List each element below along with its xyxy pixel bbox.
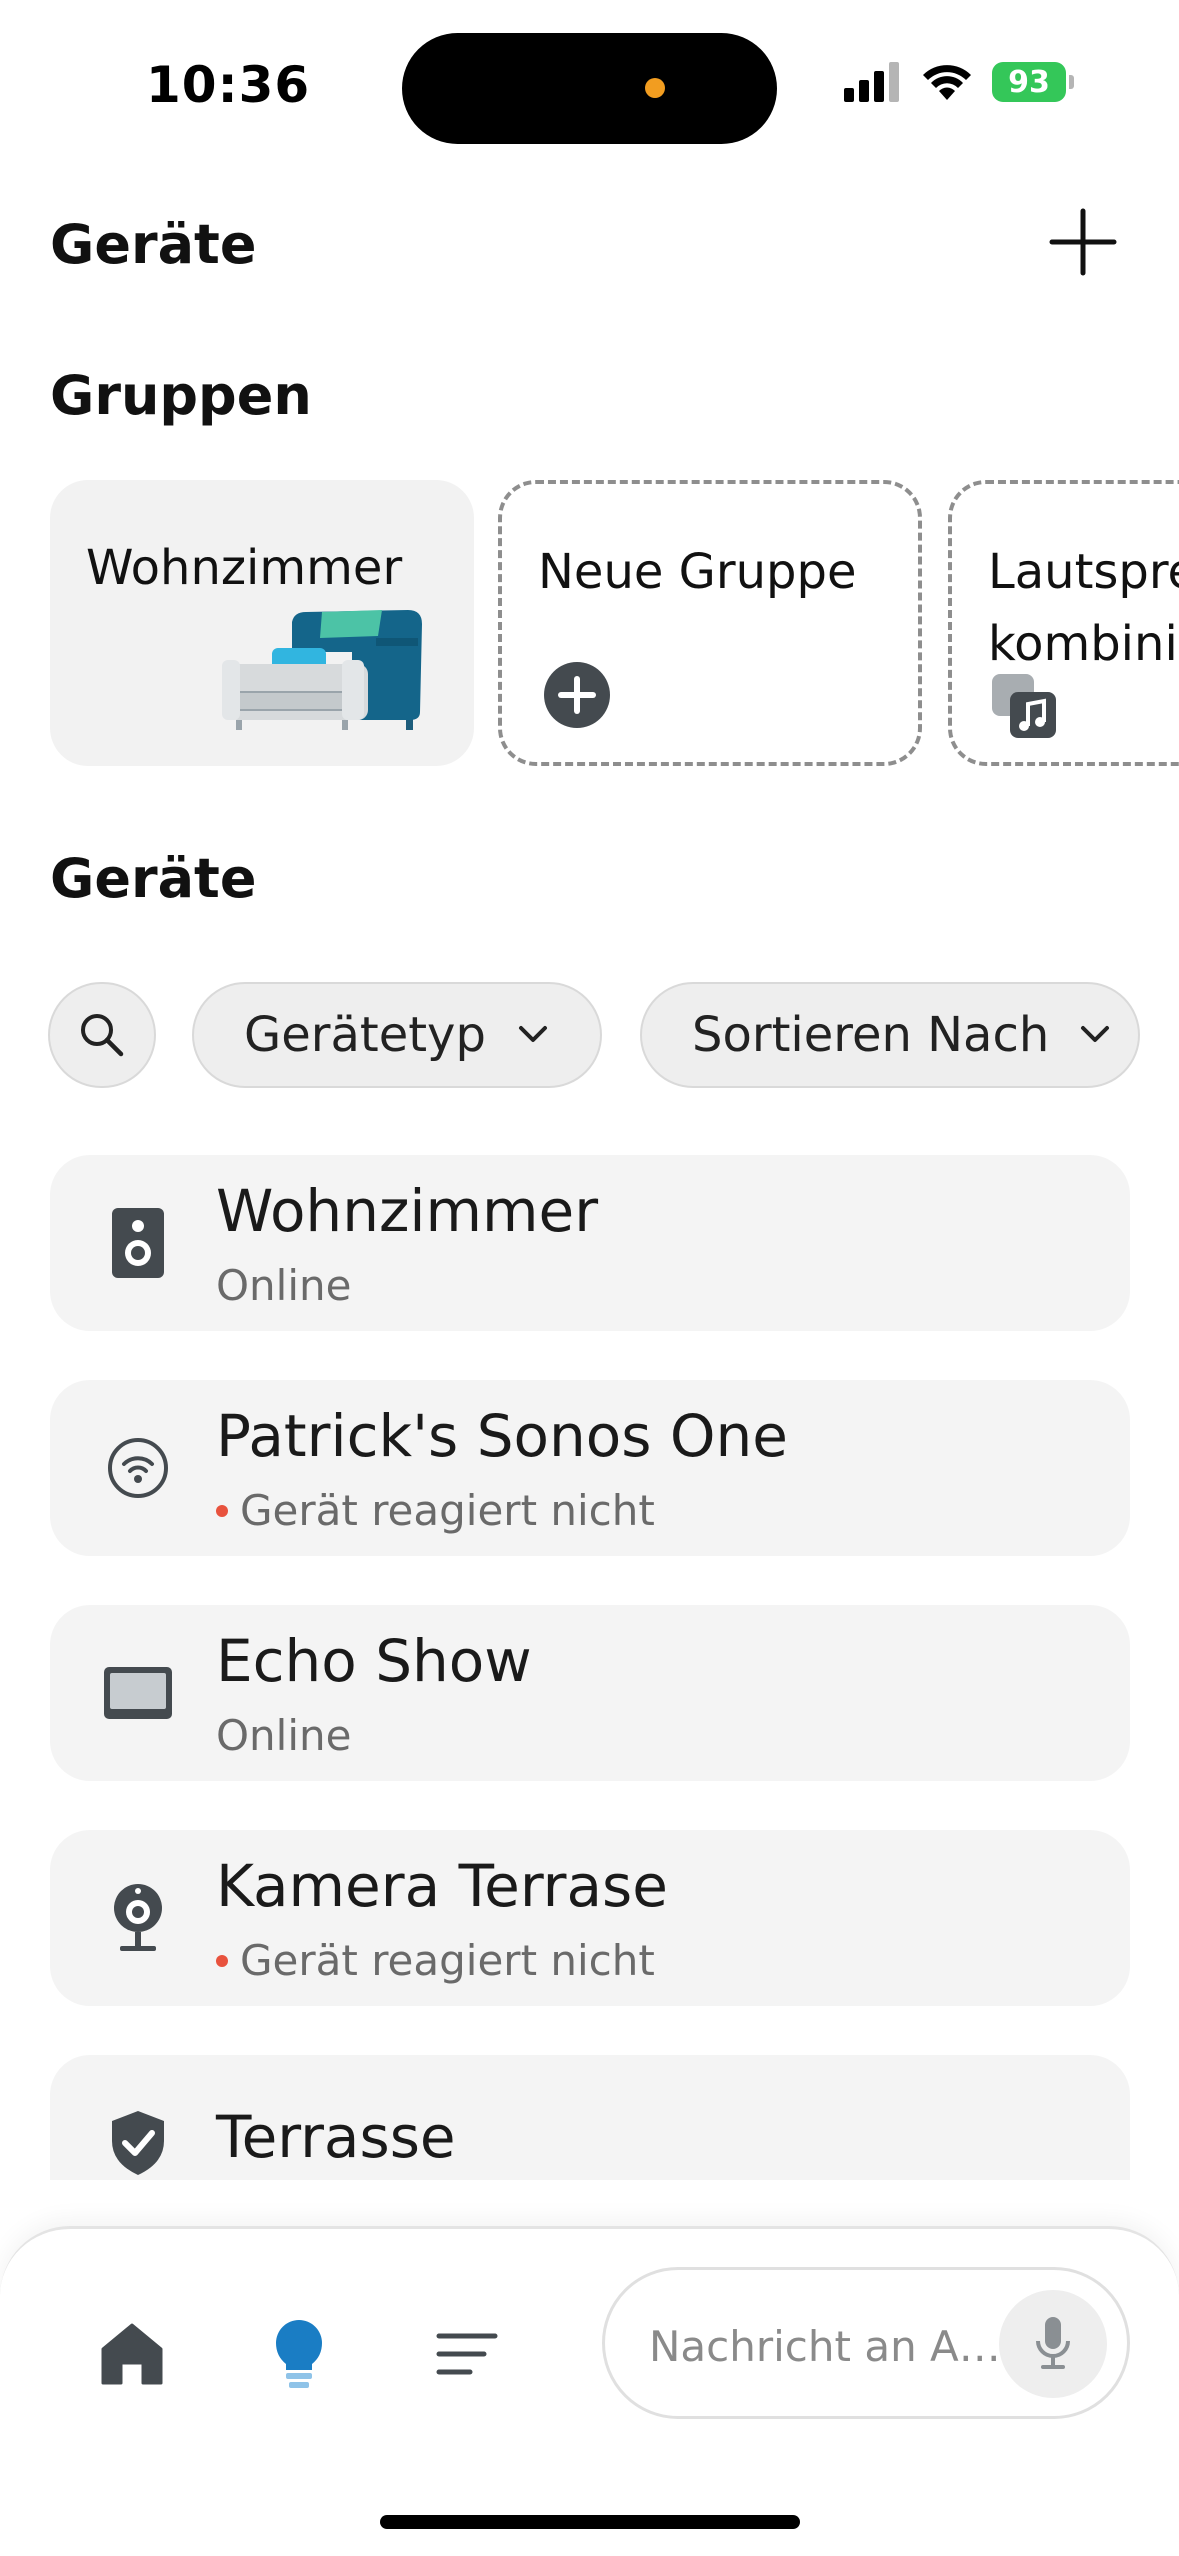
devices-section-title: Geräte — [50, 847, 257, 910]
group-label: Neue Gruppe — [538, 544, 857, 600]
microphone-button[interactable] — [999, 2290, 1107, 2398]
status-time: 10:36 — [146, 56, 311, 114]
battery-level: 93 — [992, 62, 1066, 102]
offline-dot — [216, 1954, 228, 1967]
device-status-text: Gerät reagiert nicht — [240, 1486, 655, 1535]
search-button[interactable] — [48, 982, 156, 1088]
device-status: Gerät reagiert nicht — [216, 1486, 655, 1535]
device-status: Online — [216, 1711, 351, 1760]
sort-by-filter-label: Sortieren Nach — [692, 1007, 1050, 1063]
dynamic-island — [402, 33, 777, 144]
status-bar: 10:36 93 — [0, 0, 1179, 170]
group-label: Wohnzimmer — [86, 540, 403, 596]
message-input[interactable]: Nachricht an A… — [602, 2267, 1130, 2419]
device-card-echo-show[interactable]: Echo Show Online — [50, 1605, 1130, 1781]
device-type-filter-label: Gerätetyp — [244, 1007, 486, 1063]
device-card-patricks-sonos-one[interactable]: Patrick's Sonos One Gerät reagiert nicht — [50, 1380, 1130, 1556]
combine-speakers-card[interactable]: Lautsprecher kombinieren — [948, 480, 1179, 766]
add-device-button[interactable] — [1046, 205, 1120, 279]
device-name: Echo Show — [216, 1627, 532, 1695]
music-note-icon — [992, 674, 1056, 738]
camera-icon — [100, 1880, 176, 1956]
battery-cap — [1069, 75, 1074, 89]
filter-row: Gerätetyp Sortieren Nach — [0, 980, 1179, 1090]
device-status: Gerät reagiert nicht — [216, 1936, 655, 1985]
sort-by-filter[interactable]: Sortieren Nach — [640, 982, 1140, 1088]
plus-circle-icon — [544, 662, 610, 728]
group-label: Lautsprecher kombinieren — [988, 544, 1179, 672]
device-status-text: Online — [216, 1261, 352, 1310]
device-status-text: Gerät reagiert nicht — [240, 1936, 655, 1985]
status-icons: 93 — [844, 62, 1074, 102]
menu-lines-icon — [436, 2333, 498, 2375]
speaker-icon — [100, 1205, 176, 1281]
page-title: Geräte — [50, 213, 257, 276]
plus-icon — [1049, 208, 1117, 276]
device-card-kamera-terrase[interactable]: Kamera Terrase Gerät reagiert nicht — [50, 1830, 1130, 2006]
device-type-filter[interactable]: Gerätetyp — [192, 982, 602, 1088]
device-status: Online — [216, 1261, 351, 1310]
device-name: Terrasse — [216, 2103, 456, 2171]
nav-devices-button[interactable] — [254, 2309, 344, 2399]
device-card-wohnzimmer[interactable]: Wohnzimmer Online — [50, 1155, 1130, 1331]
battery-indicator: 93 — [992, 62, 1074, 102]
search-icon — [81, 1014, 124, 1057]
sofa-illustration — [222, 610, 422, 730]
device-name: Wohnzimmer — [216, 1177, 599, 1245]
nav-more-button[interactable] — [422, 2309, 512, 2399]
cellular-signal-icon — [844, 62, 899, 102]
new-group-card[interactable]: Neue Gruppe — [498, 480, 922, 766]
device-card-terrasse[interactable]: Terrasse — [50, 2055, 1130, 2180]
groups-carousel[interactable]: Wohnzimmer Neue Gruppe Lautsprecher komb… — [0, 480, 1179, 770]
microphone-icon — [1036, 2317, 1070, 2369]
group-card-wohnzimmer[interactable]: Wohnzimmer — [50, 480, 474, 766]
offline-dot — [216, 1504, 228, 1517]
lightbulb-icon — [276, 2320, 322, 2388]
wifi-icon — [923, 65, 971, 100]
device-name: Kamera Terrase — [216, 1852, 668, 1920]
display-icon — [100, 1655, 176, 1731]
bottom-bar: Nachricht an A… — [0, 2226, 1179, 2556]
home-icon — [101, 2323, 163, 2385]
home-indicator — [380, 2515, 800, 2529]
chevron-down-icon — [1081, 1026, 1109, 1042]
chevron-down-icon — [519, 1026, 547, 1042]
shield-check-icon — [100, 2105, 176, 2180]
device-status-text: Online — [216, 1711, 352, 1760]
privacy-indicator-dot — [645, 78, 665, 98]
nav-home-button[interactable] — [87, 2309, 177, 2399]
groups-section-title: Gruppen — [50, 364, 312, 427]
wifi-speaker-icon — [100, 1430, 176, 1506]
device-name: Patrick's Sonos One — [216, 1402, 788, 1470]
device-list[interactable]: Wohnzimmer Online Patrick's Sonos One Ge… — [0, 1155, 1179, 2180]
message-placeholder: Nachricht an A… — [649, 2322, 1001, 2371]
